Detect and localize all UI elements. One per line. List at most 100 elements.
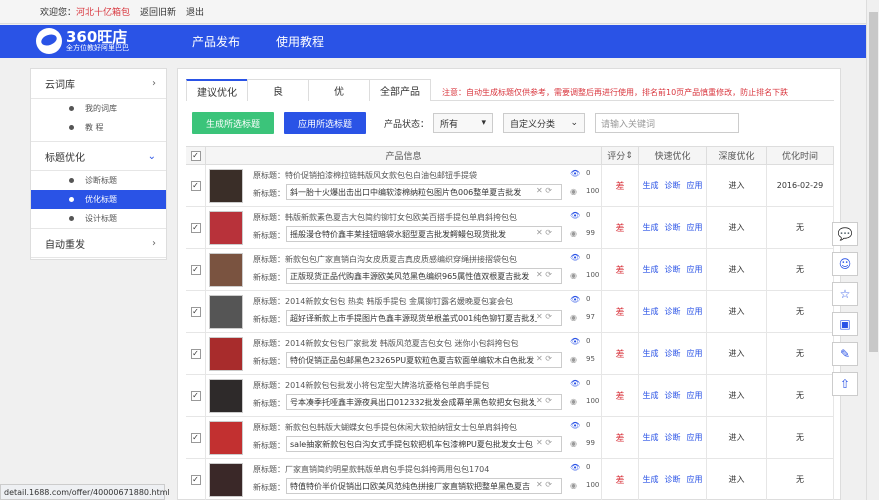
- clear-refresh-icons[interactable]: ✕ ⟳: [534, 438, 554, 447]
- page-scrollbar[interactable]: [866, 0, 879, 500]
- clear-refresh-icons[interactable]: ✕ ⟳: [534, 186, 554, 195]
- sidebar-section-title-optimize[interactable]: 标题优化 ⌄: [31, 141, 166, 171]
- apply-link[interactable]: 应用: [687, 306, 703, 317]
- generate-selected-button[interactable]: 生成所选标题: [192, 112, 274, 134]
- apply-link[interactable]: 应用: [687, 348, 703, 359]
- row-checkbox[interactable]: ✓: [190, 264, 201, 275]
- eye-icon: ◉: [570, 481, 577, 490]
- top-icon[interactable]: ⇧: [832, 372, 858, 396]
- star-icon[interactable]: ☆: [832, 282, 858, 306]
- apply-link[interactable]: 应用: [687, 474, 703, 485]
- chat-icon[interactable]: 💬: [832, 222, 858, 246]
- enter-link[interactable]: 进入: [729, 180, 745, 191]
- product-thumbnail[interactable]: [209, 253, 243, 287]
- product-thumbnail[interactable]: [209, 421, 243, 455]
- diagnose-link[interactable]: 诊断: [665, 222, 681, 233]
- generate-link[interactable]: 生成: [643, 180, 659, 191]
- product-thumbnail[interactable]: [209, 337, 243, 371]
- apply-link[interactable]: 应用: [687, 432, 703, 443]
- generate-link[interactable]: 生成: [643, 390, 659, 401]
- search-input[interactable]: 请输入关键词: [595, 113, 740, 133]
- clear-refresh-icons[interactable]: ✕ ⟳: [534, 270, 554, 279]
- header-score[interactable]: 评分 ⇕: [602, 147, 639, 164]
- diagnose-link[interactable]: 诊断: [665, 348, 681, 359]
- tab-excellent[interactable]: 优: [308, 79, 370, 101]
- logout-link[interactable]: 退出: [186, 5, 204, 18]
- product-thumbnail[interactable]: [209, 463, 243, 497]
- select-all-checkbox[interactable]: ✓: [190, 150, 201, 161]
- new-title-input[interactable]: 斜一胎十火爆出击出口中编软漆棉纳粒包图片色006整单夏吉批发: [286, 184, 562, 200]
- back-old-link[interactable]: 返回旧新: [140, 5, 176, 18]
- pen-icon[interactable]: ✎: [832, 342, 858, 366]
- nav-tutorial[interactable]: 使用教程: [276, 33, 324, 50]
- new-title-input[interactable]: 号本凑季托哑鑫丰源夜具出口012332批发会成幕单黑色软把女包批发: [286, 394, 562, 410]
- diagnose-link[interactable]: 诊断: [665, 180, 681, 191]
- tab-good[interactable]: 良: [247, 79, 309, 101]
- sidebar-item-tutorial[interactable]: 教 程: [31, 118, 166, 137]
- clear-refresh-icons[interactable]: ✕ ⟳: [534, 354, 554, 363]
- face-icon[interactable]: ☺: [832, 252, 858, 276]
- enter-link[interactable]: 进入: [729, 474, 745, 485]
- product-thumbnail[interactable]: [209, 379, 243, 413]
- new-title-label: 新标题：: [253, 189, 285, 198]
- sidebar-item-diagnose[interactable]: 诊断标题: [31, 171, 166, 190]
- clear-refresh-icons[interactable]: ✕ ⟳: [534, 228, 554, 237]
- diagnose-link[interactable]: 诊断: [665, 264, 681, 275]
- product-thumbnail[interactable]: [209, 295, 243, 329]
- new-title-input[interactable]: 正版现货正品代购鑫丰源欧美风范黑色编织965属性值双根夏吉批发: [286, 268, 562, 284]
- apply-selected-button[interactable]: 应用所选标题: [284, 112, 366, 134]
- diagnose-link[interactable]: 诊断: [665, 390, 681, 401]
- new-title-input[interactable]: 超好译新款上市手提图片色鑫丰源现货单根盖式001纯色铆钉夏吉批发: [286, 310, 562, 326]
- enter-link[interactable]: 进入: [729, 306, 745, 317]
- new-title-input[interactable]: 特价促销正品包邮黑色23265PU夏软粒色夏吉软面单编软木白色批发: [286, 352, 562, 368]
- row-checkbox[interactable]: ✓: [190, 474, 201, 485]
- category-select[interactable]: 自定义分类 ⌄: [503, 113, 586, 133]
- row-checkbox[interactable]: ✓: [190, 348, 201, 359]
- nav-product-publish[interactable]: 产品发布: [192, 33, 240, 50]
- product-thumbnail[interactable]: [209, 211, 243, 245]
- enter-link[interactable]: 进入: [729, 390, 745, 401]
- diagnose-link[interactable]: 诊断: [665, 474, 681, 485]
- diagnose-link[interactable]: 诊断: [665, 432, 681, 443]
- shop-link[interactable]: 河北十亿箱包: [76, 5, 130, 18]
- apply-link[interactable]: 应用: [687, 390, 703, 401]
- row-checkbox[interactable]: ✓: [190, 306, 201, 317]
- apply-link[interactable]: 应用: [687, 180, 703, 191]
- row-checkbox[interactable]: ✓: [190, 432, 201, 443]
- screen-icon[interactable]: ▣: [832, 312, 858, 336]
- clear-refresh-icons[interactable]: ✕ ⟳: [534, 480, 554, 489]
- view-count: 0: [586, 337, 591, 345]
- status-select[interactable]: 所有 ▾: [433, 113, 494, 133]
- tab-all[interactable]: 全部产品: [369, 79, 431, 101]
- clear-refresh-icons[interactable]: ✕ ⟳: [534, 312, 554, 321]
- enter-link[interactable]: 进入: [729, 264, 745, 275]
- tab-suggest[interactable]: 建议优化: [186, 79, 248, 101]
- new-title-input[interactable]: sale抽家新款包包白沟女式手提包软把机车包漆棉PU夏包批发女士包: [286, 436, 562, 452]
- product-thumbnail[interactable]: [209, 169, 243, 203]
- sidebar-item-design[interactable]: 设计标题: [31, 209, 166, 228]
- apply-link[interactable]: 应用: [687, 264, 703, 275]
- sidebar-item-my-words[interactable]: 我的词库: [31, 99, 166, 118]
- generate-link[interactable]: 生成: [643, 348, 659, 359]
- generate-link[interactable]: 生成: [643, 432, 659, 443]
- generate-link[interactable]: 生成: [643, 474, 659, 485]
- row-checkbox[interactable]: ✓: [190, 222, 201, 233]
- clear-refresh-icons[interactable]: ✕ ⟳: [534, 396, 554, 405]
- sidebar-section-word-library[interactable]: 云词库 ›: [31, 69, 166, 99]
- row-checkbox[interactable]: ✓: [190, 180, 201, 191]
- generate-link[interactable]: 生成: [643, 222, 659, 233]
- diagnose-link[interactable]: 诊断: [665, 306, 681, 317]
- enter-link[interactable]: 进入: [729, 432, 745, 443]
- sidebar-section-auto-repost[interactable]: 自动重发 ›: [31, 228, 166, 258]
- sidebar-item-optimize[interactable]: 优化标题: [31, 190, 166, 209]
- generate-link[interactable]: 生成: [643, 306, 659, 317]
- new-title-input[interactable]: 特值特价半价促销出口欧美风范纯色拼接厂家直销软把整单黑色夏吉: [286, 478, 562, 494]
- enter-link[interactable]: 进入: [729, 222, 745, 233]
- generate-link[interactable]: 生成: [643, 264, 659, 275]
- apply-link[interactable]: 应用: [687, 222, 703, 233]
- scrollbar-thumb[interactable]: [869, 12, 878, 352]
- enter-link[interactable]: 进入: [729, 348, 745, 359]
- new-title-input[interactable]: 摇般漫仓特价鑫丰莱挂钮暗袋水貂型夏吉批发鳄鳗包现货批发: [286, 226, 562, 242]
- logo[interactable]: 360旺店 全方位教好阿里巴巴: [36, 28, 129, 54]
- row-checkbox[interactable]: ✓: [190, 390, 201, 401]
